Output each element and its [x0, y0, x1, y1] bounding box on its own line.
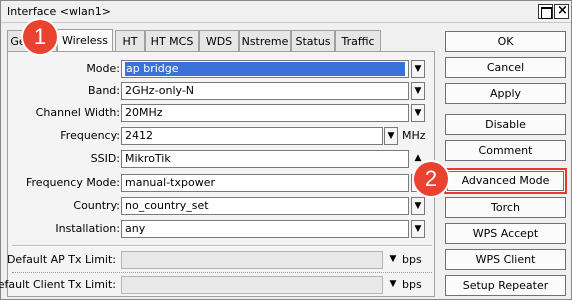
- annotation-badge-1: 1: [23, 20, 57, 54]
- installation-dropdown-icon[interactable]: ▼: [411, 220, 425, 238]
- default-client-tx-limit-dropdown-icon[interactable]: ▼: [386, 276, 400, 294]
- disable-button[interactable]: Disable: [445, 114, 566, 135]
- installation-select[interactable]: any: [121, 220, 409, 238]
- tab-wireless[interactable]: Wireless: [57, 29, 113, 52]
- close-button[interactable]: ×: [554, 3, 569, 19]
- wps-client-button[interactable]: WPS Client: [445, 249, 566, 270]
- default-client-tx-limit-input[interactable]: [121, 276, 383, 294]
- country-label: Country:: [73, 199, 120, 212]
- maximize-button[interactable]: [538, 4, 553, 19]
- close-icon: ×: [557, 3, 568, 18]
- tab-wds[interactable]: WDS: [199, 30, 239, 51]
- default-ap-tx-limit-input[interactable]: [121, 251, 383, 269]
- ssid-label: SSID:: [90, 152, 120, 165]
- tab-traffic[interactable]: Traffic: [335, 30, 381, 51]
- section-divider: [12, 245, 432, 247]
- tab-ht-mcs[interactable]: HT MCS: [145, 30, 199, 51]
- window-title: Interface <wlan1>: [7, 5, 111, 18]
- mode-select[interactable]: ap bridge: [121, 60, 409, 78]
- apply-button[interactable]: Apply: [445, 83, 566, 104]
- title-bar: Interface <wlan1> ×: [1, 1, 571, 23]
- setup-repeater-button[interactable]: Setup Repeater: [445, 275, 566, 296]
- tab-status[interactable]: Status: [291, 30, 335, 51]
- channel-width-dropdown-icon[interactable]: ▼: [411, 104, 425, 122]
- default-ap-tx-limit-dropdown-icon[interactable]: ▼: [386, 251, 400, 269]
- frequency-unit: MHz: [402, 129, 426, 142]
- channel-width-label: Channel Width:: [35, 106, 120, 119]
- mode-dropdown-icon[interactable]: ▼: [411, 60, 425, 78]
- mode-label: Mode:: [86, 62, 120, 75]
- torch-button[interactable]: Torch: [445, 197, 566, 218]
- channel-width-select[interactable]: 20MHz: [121, 104, 409, 122]
- cancel-button[interactable]: Cancel: [445, 57, 566, 78]
- default-ap-tx-limit-label: Default AP Tx Limit:: [6, 253, 116, 266]
- ssid-input[interactable]: MikroTik: [121, 150, 409, 168]
- country-select[interactable]: no_country_set: [121, 197, 409, 215]
- band-select[interactable]: 2GHz-only-N: [121, 82, 409, 100]
- frequency-mode-label: Frequency Mode:: [26, 176, 120, 189]
- band-label: Band:: [88, 84, 120, 97]
- annotation-badge-2: 2: [414, 162, 448, 196]
- comment-button[interactable]: Comment: [445, 140, 566, 161]
- ok-button[interactable]: OK: [445, 31, 566, 52]
- dotted-divider: [12, 272, 432, 273]
- interface-window: Interface <wlan1> × General Wireless HT …: [0, 0, 572, 300]
- advanced-mode-button[interactable]: Advanced Mode: [444, 168, 567, 194]
- frequency-mode-select[interactable]: manual-txpower: [121, 174, 409, 192]
- frequency-input[interactable]: 2412: [121, 127, 383, 145]
- frequency-label: Frequency:: [60, 129, 120, 142]
- mode-value: ap bridge: [125, 62, 405, 76]
- wps-accept-button[interactable]: WPS Accept: [445, 223, 566, 244]
- country-dropdown-icon[interactable]: ▼: [411, 197, 425, 215]
- tab-ht[interactable]: HT: [115, 30, 145, 51]
- default-client-tx-limit-label: Default Client Tx Limit:: [0, 278, 116, 291]
- default-ap-tx-limit-unit: bps: [402, 253, 422, 266]
- default-client-tx-limit-unit: bps: [402, 278, 422, 291]
- tab-nstreme[interactable]: Nstreme: [239, 30, 291, 51]
- wireless-panel: Mode: ap bridge ▼ Band: 2GHz-only-N ▼ Ch…: [0, 51, 435, 297]
- installation-label: Installation:: [55, 222, 120, 235]
- frequency-dropdown-icon[interactable]: ▼: [384, 127, 398, 145]
- band-dropdown-icon[interactable]: ▼: [411, 82, 425, 100]
